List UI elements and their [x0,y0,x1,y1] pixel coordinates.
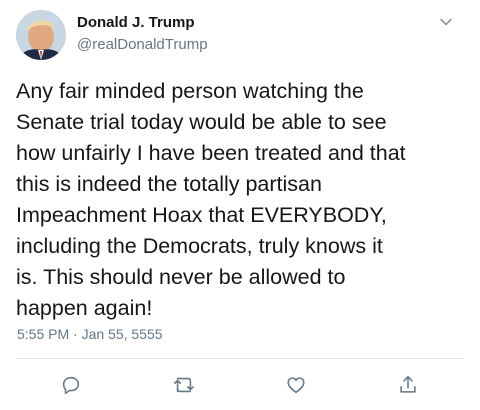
user-handle[interactable]: @realDonaldTrump [77,36,208,53]
avatar[interactable] [16,10,66,60]
retweet-button[interactable] [171,372,197,398]
chevron-down-icon[interactable] [438,14,454,30]
tweet-text: Any fair minded person watching the Sena… [16,79,406,320]
display-name[interactable]: Donald J. Trump [77,14,195,31]
heart-icon [287,377,305,394]
share-icon [400,375,416,393]
share-button[interactable] [395,372,421,398]
like-button[interactable] [283,372,309,398]
profile-photo-icon [16,10,66,60]
divider [16,358,464,359]
tweet-timestamp[interactable]: 5:55 PM · Jan 55, 5555 [17,326,163,342]
reply-button[interactable] [58,372,84,398]
reply-icon [62,376,80,395]
tweet-card: Donald J. Trump @realDonaldTrump Any fai… [0,0,480,410]
retweet-icon [174,377,194,393]
